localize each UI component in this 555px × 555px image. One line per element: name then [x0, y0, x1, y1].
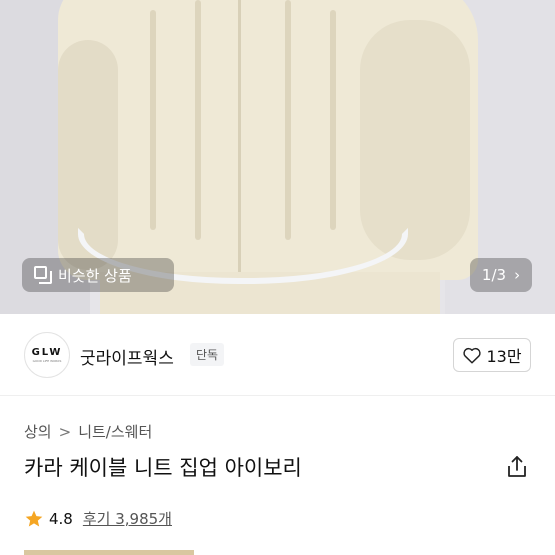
heart-outline-icon: [463, 347, 482, 364]
seller-name-link[interactable]: 굿라이프웍스: [80, 344, 174, 369]
similar-items-button[interactable]: 비슷한 상품: [22, 258, 174, 292]
review-count-link[interactable]: 후기 3,985개: [83, 508, 172, 529]
similar-items-icon: [34, 266, 52, 284]
breadcrumb: 상의 > 니트/스웨터: [24, 421, 152, 442]
seller-logo-subtext: GOOD LIFE WORKS: [32, 359, 62, 363]
product-title: 카라 케이블 니트 집업 아이보리: [24, 456, 302, 480]
seller-logo[interactable]: GLW GOOD LIFE WORKS: [24, 332, 70, 378]
product-photo-cable-knit: [285, 0, 291, 240]
gallery-page-indicator[interactable]: 1/3 ›: [470, 258, 532, 292]
product-photo-cable-knit: [150, 10, 156, 230]
share-icon[interactable]: [505, 454, 529, 480]
exclusive-badge: 단독: [190, 343, 225, 366]
similar-items-label: 비슷한 상품: [58, 266, 132, 285]
next-section-image-edge: [24, 550, 194, 555]
breadcrumb-separator: >: [58, 422, 72, 441]
page-indicator-text: 1/3: [481, 266, 507, 284]
product-photo-shadow: [360, 20, 470, 260]
breadcrumb-item-knit[interactable]: 니트/스웨터: [78, 421, 152, 442]
like-button[interactable]: 13만: [453, 338, 531, 372]
seller-logo-text: GLW: [31, 347, 63, 358]
product-photo-cable-knit: [195, 0, 201, 240]
breadcrumb-item-top[interactable]: 상의: [24, 421, 52, 442]
chevron-right-icon: ›: [514, 266, 521, 284]
star-icon: [25, 510, 43, 526]
rating-value: 4.8: [49, 509, 73, 528]
rating-row: 4.8 후기 3,985개: [24, 508, 172, 529]
like-count: 13만: [486, 347, 522, 366]
seller-info-row: GLW GOOD LIFE WORKS 굿라이프웍스 단독 13만: [0, 314, 555, 396]
product-photo-cable-knit: [330, 10, 336, 230]
product-image-gallery[interactable]: 비슷한 상품 1/3 ›: [0, 0, 555, 314]
